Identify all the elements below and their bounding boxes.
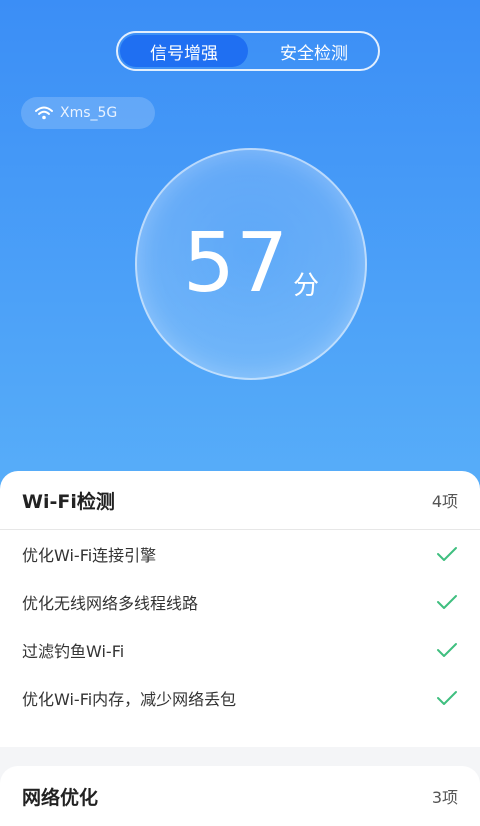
- wifi-check-header: Wi-Fi检测 4项: [0, 471, 480, 530]
- list-item: 优化无线网络多线程线路: [0, 578, 480, 626]
- check-icon: [437, 595, 457, 609]
- wifi-check-card: Wi-Fi检测 4项 优化Wi-Fi连接引擎 优化无线网络多线程线路 过滤钓鱼W…: [0, 471, 480, 747]
- network-ssid: Xms_5G: [60, 105, 118, 121]
- score-value: 57: [182, 216, 290, 311]
- net-opt-title: 网络优化: [22, 786, 99, 809]
- wifi-check-title: Wi-Fi检测: [22, 490, 115, 513]
- check-icon: [437, 643, 457, 657]
- mode-switch[interactable]: 信号增强 安全检测: [116, 31, 380, 71]
- list-item-label: 优化无线网络多线程线路: [22, 594, 199, 613]
- list-item-label: 优化Wi-Fi连接引擎: [22, 546, 157, 565]
- tab-signal-boost[interactable]: 信号增强: [120, 35, 248, 67]
- list-item: 优化Wi-Fi连接引擎: [0, 530, 480, 578]
- score-circle: 57 分: [135, 148, 367, 380]
- check-icon: [437, 691, 457, 705]
- network-chip[interactable]: Xms_5G: [21, 97, 155, 129]
- net-opt-card: 网络优化 3项: [0, 766, 480, 826]
- wifi-icon: [35, 106, 53, 120]
- list-item: 优化Wi-Fi内存，减少网络丢包: [0, 674, 480, 722]
- net-opt-header: 网络优化 3项: [0, 766, 480, 826]
- list-item-label: 过滤钓鱼Wi-Fi: [22, 642, 125, 661]
- score-unit: 分: [293, 270, 320, 301]
- wifi-check-count: 4项: [431, 492, 458, 511]
- list-item-label: 优化Wi-Fi内存，减少网络丢包: [22, 690, 237, 709]
- list-item: 过滤钓鱼Wi-Fi: [0, 626, 480, 674]
- check-icon: [437, 547, 457, 561]
- tab-security-check[interactable]: 安全检测: [250, 33, 378, 69]
- net-opt-count: 3项: [431, 788, 458, 807]
